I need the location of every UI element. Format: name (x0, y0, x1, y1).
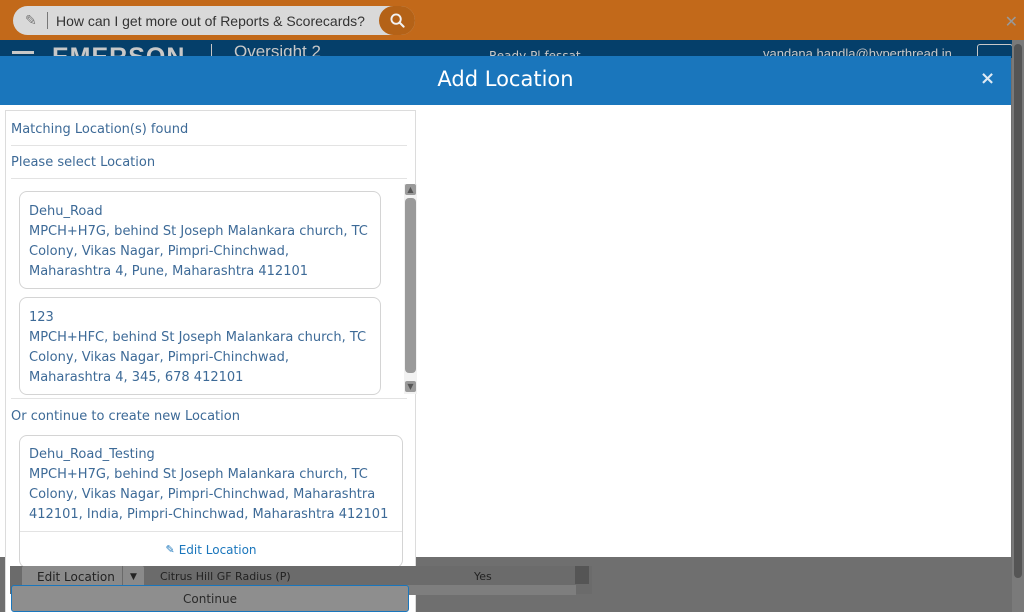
location-card-dehu-road[interactable]: Dehu_Road MPCH+H7G, behind St Joseph Mal… (19, 191, 381, 289)
scroll-down-arrow-icon[interactable]: ▼ (405, 381, 416, 392)
location-card-123[interactable]: 123 MPCH+HFC, behind St Joseph Malankara… (19, 297, 381, 395)
search-button[interactable] (379, 6, 415, 35)
modal-close-button[interactable]: × (980, 68, 995, 89)
new-location-card: Dehu_Road_Testing MPCH+H7G, behind St Jo… (19, 435, 403, 568)
search-icon (389, 13, 405, 28)
help-bar: ✎ How can I get more out of Reports & Sc… (0, 0, 1024, 40)
help-search-pill[interactable]: ✎ How can I get more out of Reports & Sc… (13, 6, 415, 35)
edit-icon: ✎ (25, 12, 37, 29)
search-divider (47, 12, 48, 29)
table-scrollbar[interactable] (575, 566, 589, 584)
table-cell-value: Yes (474, 570, 492, 583)
location-panel: Matching Location(s) found Please select… (5, 110, 417, 612)
location-address: MPCH+H7G, behind St Joseph Malankara chu… (29, 224, 368, 279)
location-list-scrollbar[interactable]: ▲ ▼ (404, 184, 417, 394)
modal-header: Add Location × (0, 56, 1011, 105)
new-location-address: MPCH+H7G, behind St Joseph Malankara chu… (29, 467, 389, 522)
table-cell-name: Citrus Hill GF Radius (P) (160, 570, 291, 583)
close-icon[interactable]: ✕ (1005, 12, 1018, 31)
page-scrollbar-thumb[interactable] (1014, 44, 1022, 578)
divider (11, 145, 407, 146)
modal-title: Add Location (437, 67, 574, 91)
location-name: Dehu_Road (29, 204, 103, 219)
location-list-scrollbar-thumb[interactable] (405, 198, 416, 373)
scroll-up-arrow-icon[interactable]: ▲ (405, 184, 416, 195)
edit-icon: ✎ (165, 543, 175, 556)
divider (11, 178, 407, 179)
edit-location-label: Edit Location (178, 542, 257, 557)
new-location-name: Dehu_Road_Testing (29, 447, 155, 462)
continue-button[interactable]: Continue (11, 585, 409, 612)
location-address: MPCH+HFC, behind St Joseph Malankara chu… (29, 330, 367, 385)
create-new-label: Or continue to create new Location (11, 409, 240, 424)
page-scrollbar[interactable] (1012, 40, 1024, 612)
background-edit-label: Edit Location (37, 570, 115, 584)
select-location-label: Please select Location (11, 155, 156, 170)
hamburger-icon[interactable] (12, 51, 34, 54)
matching-label: Matching Location(s) found (11, 122, 189, 137)
add-location-modal: Add Location × Matching Location(s) foun… (0, 56, 1011, 612)
edit-location-link[interactable]: ✎ Edit Location (20, 531, 402, 567)
divider (11, 398, 407, 399)
help-question-text: How can I get more out of Reports & Scor… (56, 12, 365, 29)
location-list[interactable]: Dehu_Road MPCH+H7G, behind St Joseph Mal… (6, 181, 417, 399)
location-name: 123 (29, 310, 54, 325)
